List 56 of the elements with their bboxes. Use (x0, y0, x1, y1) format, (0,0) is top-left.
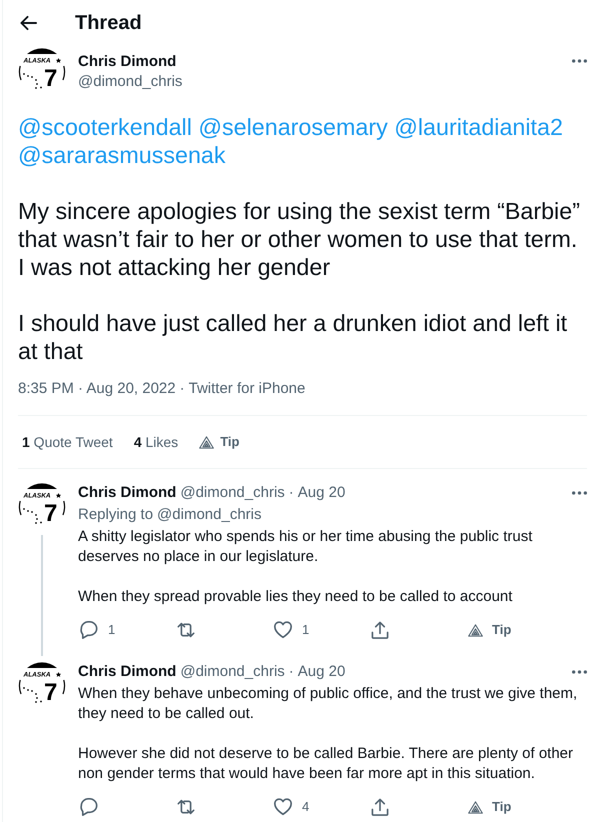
reply-icon (80, 798, 98, 816)
separator-dot: · (180, 379, 185, 399)
tweet-text: My sincere apologies for using the sexist term “Barbie” that wasn’t fair to her or other women to use that term. I was not attacking her gender (18, 197, 581, 281)
like-button[interactable]: 1 (274, 621, 310, 639)
author-name[interactable]: Chris Dimond (78, 52, 572, 72)
replying-label: Replying to (78, 505, 154, 525)
page-title: Thread (75, 10, 142, 34)
more-icon[interactable] (572, 670, 587, 674)
share-icon (371, 621, 389, 639)
separator-dot: · (288, 483, 294, 503)
tweet-text: When they behave unbecoming of public office, and the trust we give them, they need to be called out. (78, 684, 578, 724)
more-icon[interactable] (572, 59, 587, 63)
author-name[interactable]: Chris Dimond (78, 483, 176, 503)
tweet-text: However she did not deserve to be called Barbie. There are plenty of other non gender terms that would have been far more apt in this situation. (78, 744, 574, 784)
tip-icon (468, 800, 483, 814)
tweet-text: When they spread provable lies they need to be called to account (78, 587, 514, 607)
mention-link[interactable]: @dimond_chris (157, 505, 262, 525)
tweet-date[interactable]: Aug 20 (298, 662, 346, 682)
logo-number: 7 (44, 500, 58, 527)
tweet-timestamp[interactable]: 8:35 PM · Aug 20, 2022 (18, 379, 176, 399)
logo-number: 7 (44, 679, 58, 706)
star-icon (56, 493, 62, 498)
author-name[interactable]: Chris Dimond (78, 662, 176, 682)
tweet-source[interactable]: Twitter for iPhone (188, 379, 306, 399)
tip-icon (468, 624, 483, 636)
logo-number: 7 (44, 65, 58, 92)
tweet-text: I should have just called her a drunken idiot and left it at that (18, 309, 568, 365)
reply-button[interactable]: 1 (80, 621, 116, 639)
reply-icon (80, 621, 98, 639)
author-handle[interactable]: @dimond_chris (180, 483, 285, 503)
retweet-button[interactable] (177, 798, 195, 816)
tip-icon (199, 436, 214, 448)
tip-button[interactable]: Tip (468, 622, 512, 638)
like-button[interactable]: 4 (274, 798, 310, 816)
star-icon (56, 58, 62, 63)
share-button[interactable] (371, 798, 389, 816)
share-icon (371, 798, 389, 816)
tweet-date[interactable]: Aug 20 (298, 483, 346, 503)
retweet-icon (177, 798, 195, 816)
more-icon[interactable] (572, 491, 587, 495)
tweet-text: A shitty legislator who spends his or her time abusing the public trust deserves no place in our legislature. (78, 527, 534, 567)
author-handle[interactable]: @dimond_chris (78, 72, 572, 92)
retweet-icon (177, 621, 195, 639)
reply-button[interactable] (80, 798, 98, 816)
tip-button[interactable]: Tip (468, 799, 512, 815)
stat-link[interactable]: 1 Quote Tweet (22, 432, 113, 452)
stat-link[interactable]: 4 Likes (134, 432, 178, 452)
heart-icon (274, 798, 292, 816)
separator-dot: · (288, 662, 294, 682)
share-button[interactable] (371, 621, 389, 639)
heart-icon (274, 621, 292, 639)
back-arrow-icon[interactable] (20, 14, 37, 30)
tip-link[interactable]: Tip (199, 432, 240, 452)
star-icon (56, 672, 62, 677)
retweet-button[interactable] (177, 621, 195, 639)
author-handle[interactable]: @dimond_chris (180, 662, 285, 682)
